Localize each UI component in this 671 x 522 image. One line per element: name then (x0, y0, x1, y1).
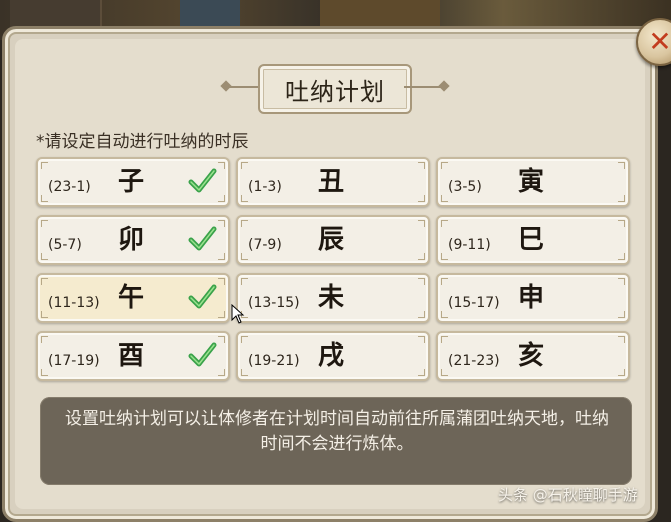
close-icon: ✕ (648, 25, 671, 58)
slot-range: (17-19) (48, 353, 100, 369)
check-icon (188, 226, 217, 251)
slot-range: (15-17) (448, 295, 500, 311)
time-slot-shen[interactable]: (15-17) 申 (436, 273, 630, 323)
slot-range: (13-15) (248, 295, 300, 311)
title-box: 吐纳计划 (258, 64, 412, 114)
slot-range: (7-9) (248, 237, 282, 253)
slot-branch: 丑 (318, 167, 345, 197)
time-slot-chou[interactable]: (1-3) 丑 (236, 157, 430, 207)
title-banner: 吐纳计划 (220, 60, 450, 120)
slot-range: (21-23) (448, 353, 500, 369)
mouse-cursor-icon (231, 304, 245, 324)
slot-branch: 申 (518, 283, 545, 313)
time-slot-xu[interactable]: (19-21) 戌 (236, 331, 430, 381)
check-icon (188, 284, 217, 309)
time-slot-grid: (23-1) 子 (1-3) 丑 (3-5) 寅 (5-7) 卯 (7-9) 辰… (36, 157, 630, 381)
instruction-text: *请设定自动进行吐纳的时辰 (36, 132, 249, 152)
slot-branch: 辰 (318, 225, 345, 255)
slot-branch: 卯 (118, 225, 145, 255)
slot-branch: 子 (118, 167, 145, 197)
info-box: 设置吐纳计划可以让体修者在计划时间自动前往所属蒲团吐纳天地，吐纳时间不会进行炼体… (40, 397, 632, 485)
info-text: 设置吐纳计划可以让体修者在计划时间自动前往所属蒲团吐纳天地，吐纳时间不会进行炼体… (65, 409, 609, 454)
time-slot-chen[interactable]: (7-9) 辰 (236, 215, 430, 265)
slot-branch: 巳 (518, 225, 545, 255)
slot-range: (19-21) (248, 353, 300, 369)
close-button[interactable]: ✕ (636, 18, 671, 66)
time-slot-zi[interactable]: (23-1) 子 (36, 157, 230, 207)
check-icon (188, 168, 217, 193)
check-icon (188, 342, 217, 367)
slot-branch: 戌 (318, 341, 345, 371)
time-slot-wu[interactable]: (11-13) 午 (36, 273, 230, 323)
slot-branch: 午 (118, 283, 145, 313)
slot-range: (5-7) (48, 237, 82, 253)
slot-range: (1-3) (248, 179, 282, 195)
time-slot-wei[interactable]: (13-15) 未 (236, 273, 430, 323)
time-slot-si[interactable]: (9-11) 巳 (436, 215, 630, 265)
slot-range: (23-1) (48, 179, 91, 195)
slot-range: (11-13) (48, 295, 100, 311)
time-slot-you[interactable]: (17-19) 酉 (36, 331, 230, 381)
dialog-title: 吐纳计划 (285, 77, 385, 106)
time-slot-hai[interactable]: (21-23) 亥 (436, 331, 630, 381)
slot-branch: 未 (318, 283, 345, 313)
time-slot-yin[interactable]: (3-5) 寅 (436, 157, 630, 207)
watermark: 头条 @石秋瞳聊手游 (498, 486, 638, 504)
slot-branch: 亥 (518, 341, 545, 371)
slot-range: (3-5) (448, 179, 482, 195)
slot-range: (9-11) (448, 237, 491, 253)
time-slot-mao[interactable]: (5-7) 卯 (36, 215, 230, 265)
slot-branch: 寅 (518, 167, 545, 197)
slot-branch: 酉 (118, 341, 145, 371)
